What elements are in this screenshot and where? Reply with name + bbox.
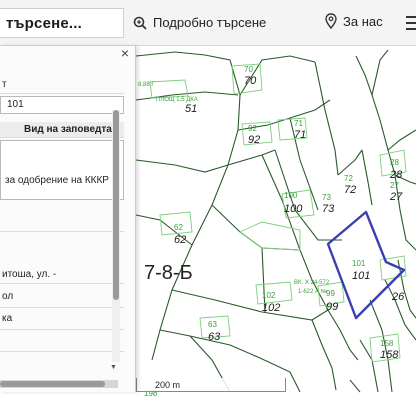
parcel-number: 63 [208, 331, 221, 343]
parcel-number: 70 [244, 75, 257, 87]
parcel-id-green: 158 [380, 339, 394, 348]
advanced-search-button[interactable]: Подробно търсене [133, 15, 266, 30]
parcel-id-green: 71 [294, 119, 303, 128]
parcel-number: 102 [262, 302, 280, 314]
scroll-down-arrow-icon[interactable]: ▼ [110, 364, 117, 371]
menu-icon[interactable] [406, 16, 416, 30]
panel-row-type: т [0, 76, 124, 94]
parcel-id-green: 62 [174, 223, 183, 232]
panel-row-blank [0, 214, 124, 232]
search-icon [133, 16, 147, 30]
parcel-id-green: 72 [344, 174, 353, 183]
advanced-search-label: Подробно търсене [153, 15, 267, 30]
parcel-number: 27 [389, 191, 403, 203]
parcel-number: 51 [185, 103, 197, 115]
parcel-id-green: 73 [322, 193, 331, 202]
parcel-number: 73 [322, 203, 335, 215]
top-bar: търсене... Подробно търсене За нас [0, 0, 416, 46]
panel-row-empty-1 [0, 334, 124, 352]
search-input-text: търсене... [6, 14, 83, 32]
parcel-number: 101 [352, 270, 370, 282]
parcel-number: 71 [294, 129, 306, 141]
parcel-id-green: 63 [208, 320, 217, 329]
small-label-3: 1-622 А № [298, 288, 327, 295]
sheet-label: 7-8-Б [144, 262, 193, 284]
map-pin-icon [325, 13, 337, 29]
small-label-1: 8,88 Г [138, 82, 155, 88]
panel-row-order-type: за одобрение на КККР [0, 140, 124, 200]
panel-row-usage: ол [0, 286, 124, 308]
about-label: За нас [343, 13, 383, 29]
parcel-number: 92 [248, 134, 260, 146]
small-label-2: ВК. Х 24-572 [294, 280, 330, 286]
parcel-id-green: 28 [390, 158, 399, 167]
panel-row-address: итоша, ул. - [0, 266, 124, 284]
parcel-id-green: 100 [284, 191, 298, 200]
panel-row-number: 101 [0, 96, 124, 114]
horizontal-scrollbar-thumb[interactable] [0, 381, 105, 387]
parcel-number: 99 [326, 301, 338, 313]
scale-label: 200 m [155, 379, 181, 390]
parcel-id-green: 101 [352, 259, 366, 268]
parcel-id-green: 27 [390, 181, 399, 190]
parcel-number: 26 [391, 291, 405, 303]
parcel-id-green: 102 [262, 291, 276, 300]
about-button[interactable]: За нас [325, 13, 383, 29]
parcel-number: 72 [344, 184, 356, 196]
parcel-number: 62 [174, 234, 186, 246]
parcel-id-green: 92 [248, 124, 257, 133]
parcel-number: 158 [380, 349, 399, 361]
info-panel: × т 101 Вид на заповедта за одобрение на… [0, 46, 136, 392]
parcel-number: 100 [284, 203, 303, 215]
close-icon[interactable]: × [121, 46, 129, 60]
scale-bar: 200 m [136, 378, 286, 392]
panel-row-order-type-header: Вид на заповедта [0, 122, 124, 138]
panel-row-category: ка [0, 308, 124, 330]
parcel-number: 28 [389, 169, 403, 181]
parcel-labels: 7070519292717172722828272710010073736262… [144, 65, 405, 398]
vertical-scrollbar-thumb[interactable] [113, 110, 119, 300]
parcel-id-green: 99 [326, 289, 335, 298]
parcel-id-green: 70 [244, 65, 253, 74]
search-input[interactable]: търсене... [0, 8, 124, 38]
